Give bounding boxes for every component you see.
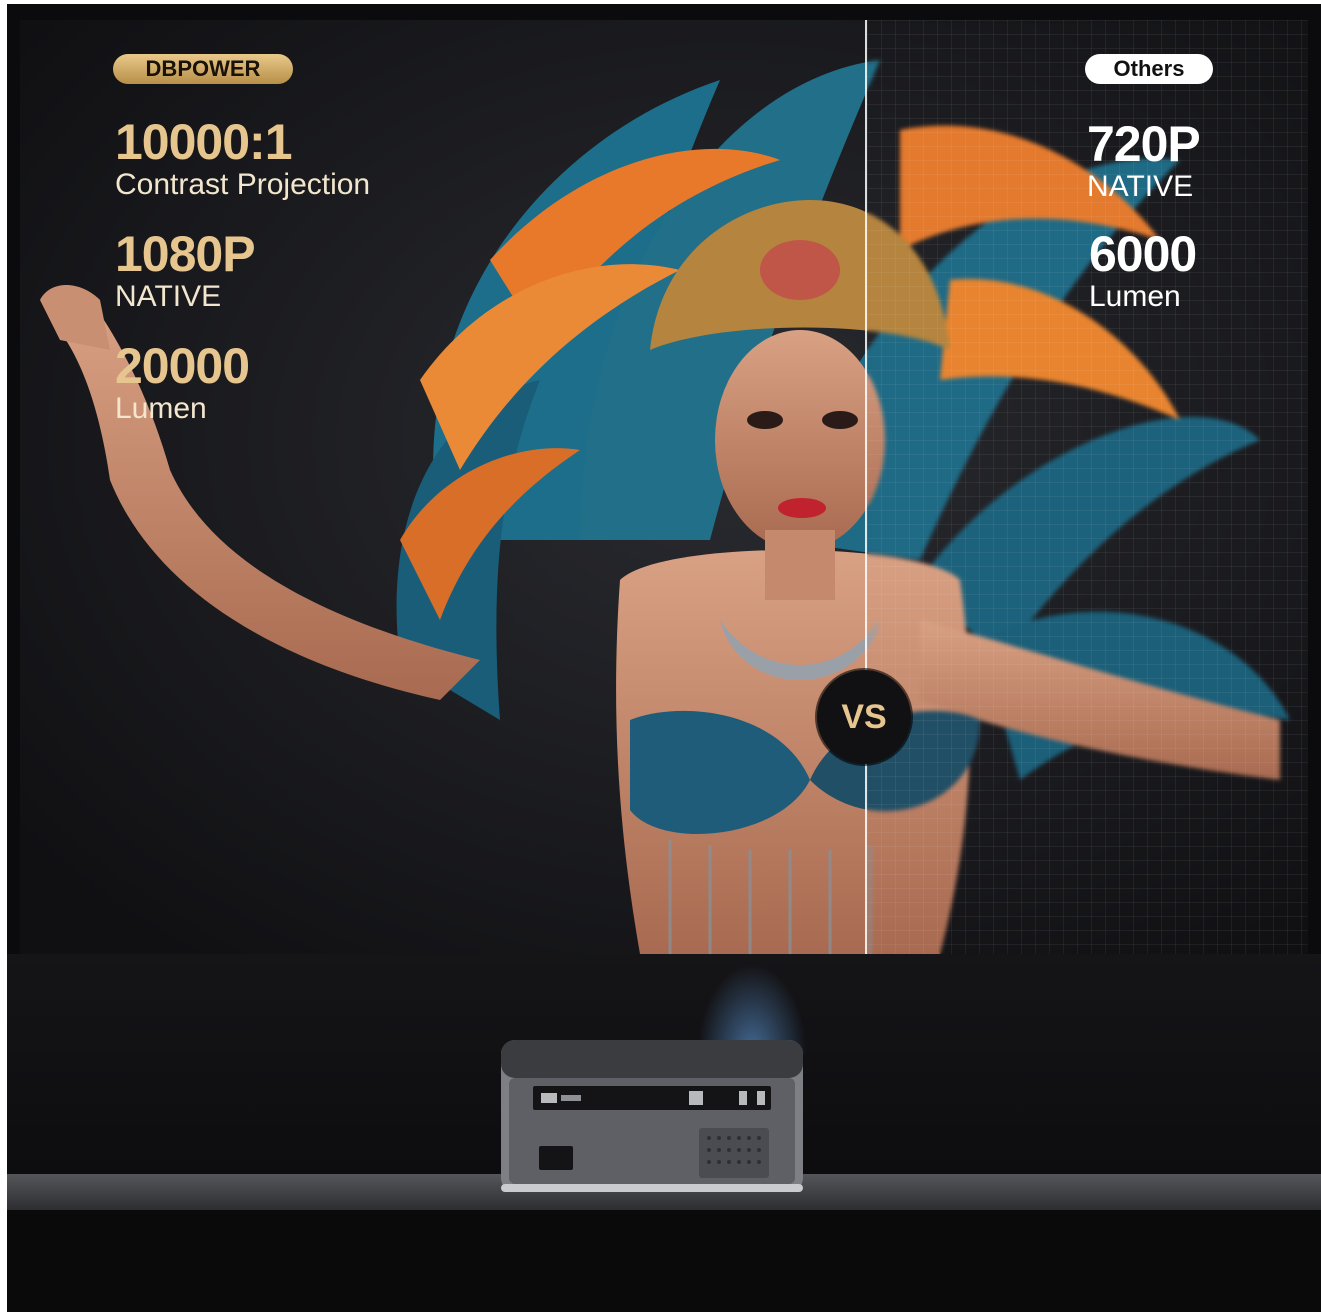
spec-label: Lumen: [115, 392, 207, 425]
power-socket: [539, 1146, 573, 1170]
spec-label: Lumen: [1089, 280, 1181, 313]
spec-label: NATIVE: [115, 280, 222, 313]
competitor-badge: Others: [1085, 54, 1213, 84]
vs-badge: VS: [817, 670, 911, 764]
competitor-spec-resolution: 720P NATIVE: [1087, 116, 1201, 204]
projector-device: [501, 1040, 803, 1192]
spec-value: 720P: [1087, 116, 1201, 172]
speaker-grille: [699, 1128, 769, 1178]
spec-value: 20000: [115, 338, 250, 394]
spec-value: 6000: [1089, 226, 1197, 282]
product-comparison-banner: DBPOWER Others 10000:1 Contrast Projecti…: [7, 4, 1321, 1312]
spec-brightness: 20000 Lumen: [115, 338, 250, 426]
spec-label: NATIVE: [1087, 170, 1194, 203]
spec-value: 10000:1: [115, 114, 293, 170]
spec-contrast: 10000:1 Contrast Projection: [115, 116, 370, 202]
spec-value: 1080P: [115, 226, 256, 282]
spec-label: Contrast Projection: [115, 168, 371, 201]
table-edge: [7, 1210, 1321, 1312]
comparison-divider: [865, 20, 867, 954]
brand-badge: DBPOWER: [113, 54, 293, 84]
competitor-spec-brightness: 6000 Lumen: [1089, 226, 1197, 314]
spec-resolution: 1080P NATIVE: [115, 226, 256, 314]
